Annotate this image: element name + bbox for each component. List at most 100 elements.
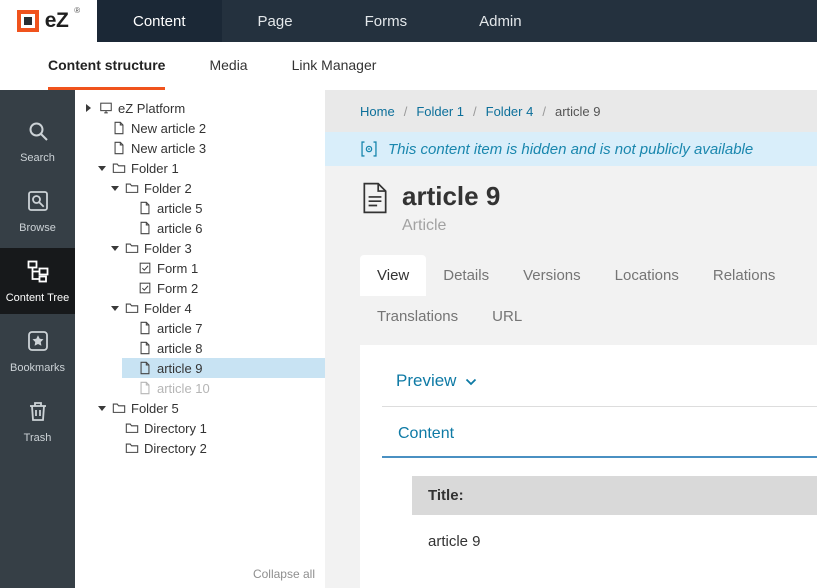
tree-item-label: article 9 (157, 361, 203, 376)
tree-item-label: article 10 (157, 381, 210, 396)
tree-item-body: eZ Platform (83, 98, 325, 118)
tree-item-label: Directory 1 (144, 421, 207, 436)
tree-item-folder-3[interactable]: Folder 3 (75, 238, 325, 258)
tree-item-form-1[interactable]: Form 1 (75, 258, 325, 278)
caret-down-icon[interactable] (109, 186, 120, 191)
preview-toggle[interactable]: Preview (382, 371, 817, 391)
tree-item-label: Form 1 (157, 261, 198, 276)
tree-item-body: Directory 2 (109, 438, 325, 458)
tree-item-directory-2[interactable]: Directory 2 (75, 438, 325, 458)
caret-down-icon[interactable] (96, 166, 107, 171)
subnav-tab-content-structure[interactable]: Content structure (48, 42, 165, 90)
sidebar-item-bookmarks[interactable]: Bookmarks (0, 318, 75, 384)
form-icon (138, 281, 152, 295)
tree-item-body: article 9 (122, 358, 325, 378)
fields-table: Title: article 9 (412, 476, 817, 568)
tree-item-body: article 10 (122, 378, 325, 398)
tree-item-body: Folder 4 (109, 298, 325, 318)
tree-item-label: eZ Platform (118, 101, 185, 116)
subnav: Content structure Media Link Manager (0, 42, 817, 90)
article-icon (112, 141, 126, 155)
content-tree: eZ Platform New article 2 New article 3 Fol… (75, 98, 325, 458)
article-icon (138, 321, 152, 335)
tree-item-body: New article 2 (96, 118, 325, 138)
breadcrumb-folder-1[interactable]: Folder 1 (416, 104, 464, 119)
page-title: article 9 (402, 182, 500, 212)
browse-icon (26, 189, 50, 216)
article-icon (138, 201, 152, 215)
chevron-down-icon (465, 375, 477, 386)
tree-item-body: article 7 (122, 318, 325, 338)
top-tab-page[interactable]: Page (222, 0, 329, 42)
folder-icon (125, 241, 139, 255)
subnav-tab-media[interactable]: Media (209, 42, 247, 90)
tab-details[interactable]: Details (426, 255, 506, 296)
tree-item-folder-1[interactable]: Folder 1 (75, 158, 325, 178)
tree-item-folder-2[interactable]: Folder 2 (75, 178, 325, 198)
alert-text: This content item is hidden and is not p… (388, 141, 753, 158)
caret-down-icon[interactable] (109, 246, 120, 251)
tab-view[interactable]: View (360, 255, 426, 296)
content-tabs: ViewDetailsVersionsLocationsRelations Tra… (360, 255, 815, 337)
tree-item-folder-4[interactable]: Folder 4 (75, 298, 325, 318)
tree-item-article-10[interactable]: article 10 (75, 378, 325, 398)
ez-logo-reg: ® (74, 6, 80, 15)
tab-locations[interactable]: Locations (598, 255, 696, 296)
tree-item-article-8[interactable]: article 8 (75, 338, 325, 358)
tree-item-label: article 8 (157, 341, 203, 356)
breadcrumb-article-9: article 9 (555, 104, 601, 119)
tree-item-new-article-2[interactable]: New article 2 (75, 118, 325, 138)
tree-item-article-7[interactable]: article 7 (75, 318, 325, 338)
tab-versions[interactable]: Versions (506, 255, 598, 296)
preview-label: Preview (396, 371, 456, 391)
tree-item-label: New article 3 (131, 141, 206, 156)
tree-item-label: New article 2 (131, 121, 206, 136)
tree-item-ez-platform[interactable]: eZ Platform (75, 98, 325, 118)
tree-item-label: Folder 1 (131, 161, 179, 176)
sidebar-item-content-tree[interactable]: Content Tree (0, 248, 75, 314)
tree-item-body: Folder 2 (109, 178, 325, 198)
tree-item-folder-5[interactable]: Folder 5 (75, 398, 325, 418)
tree-item-article-6[interactable]: article 6 (75, 218, 325, 238)
tree-item-new-article-3[interactable]: New article 3 (75, 138, 325, 158)
top-tab-admin[interactable]: Admin (443, 0, 558, 42)
field-value: article 9 (412, 515, 817, 568)
tree-item-label: Folder 3 (144, 241, 192, 256)
topbar: eZ ® ContentPageFormsAdmin (0, 0, 817, 42)
tree-item-body: article 6 (122, 218, 325, 238)
sidebar-item-trash[interactable]: Trash (0, 388, 75, 454)
article-icon (138, 361, 152, 375)
subnav-tab-link-manager[interactable]: Link Manager (292, 42, 377, 90)
tree-item-article-9[interactable]: article 9 (75, 358, 325, 378)
breadcrumb: Home/Folder 1/Folder 4/article 9 (325, 90, 817, 132)
tree-item-form-2[interactable]: Form 2 (75, 278, 325, 298)
tree-item-article-5[interactable]: article 5 (75, 198, 325, 218)
caret-down-icon[interactable] (96, 406, 107, 411)
tab-relations[interactable]: Relations (696, 255, 793, 296)
folder-icon (112, 161, 126, 175)
caret-down-icon[interactable] (109, 306, 120, 311)
top-tab-content[interactable]: Content (97, 0, 222, 42)
tab-url[interactable]: URL (475, 296, 539, 337)
breadcrumb-home[interactable]: Home (360, 104, 395, 119)
caret-right-icon[interactable] (83, 104, 94, 112)
ez-logo[interactable]: eZ ® (0, 0, 97, 42)
sidebar-item-label: Trash (24, 432, 52, 444)
breadcrumb-separator: / (542, 104, 546, 119)
sidebar-item-search[interactable]: Search (0, 108, 75, 174)
collapse-all-button[interactable]: Collapse all (253, 567, 315, 581)
folder-icon (125, 301, 139, 315)
article-icon (112, 121, 126, 135)
field-label: Title: (412, 476, 817, 515)
sidebar-item-browse[interactable]: Browse (0, 178, 75, 244)
top-tab-forms[interactable]: Forms (329, 0, 444, 42)
folder-icon (125, 441, 139, 455)
tree-item-directory-1[interactable]: Directory 1 (75, 418, 325, 438)
article-icon (138, 221, 152, 235)
tab-translations[interactable]: Translations (360, 296, 475, 337)
tree-item-label: Folder 2 (144, 181, 192, 196)
content-section-header[interactable]: Content (382, 425, 817, 458)
breadcrumb-folder-4[interactable]: Folder 4 (486, 104, 534, 119)
content-section-label: Content (398, 425, 454, 442)
main-content: Home/Folder 1/Folder 4/article 9 This co… (325, 90, 817, 588)
